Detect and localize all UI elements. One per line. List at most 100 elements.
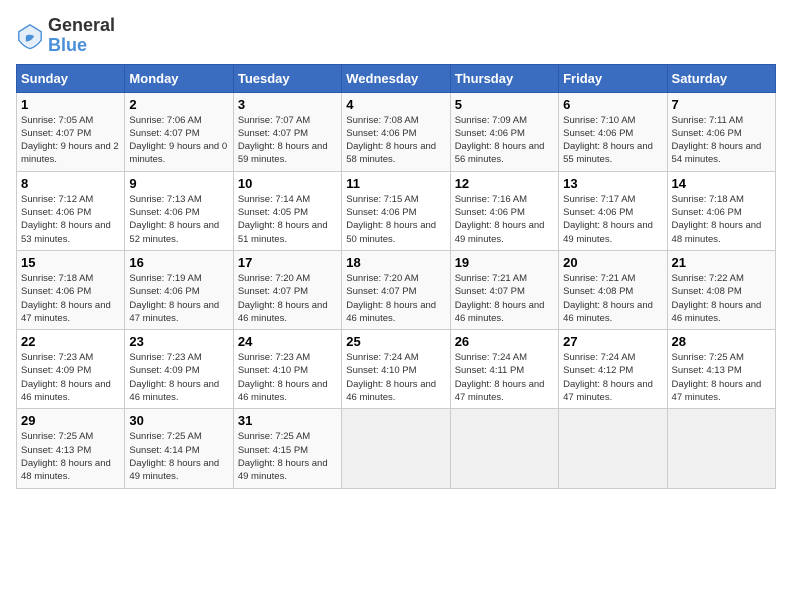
- day-info: Sunrise: 7:23 AM Sunset: 4:10 PM Dayligh…: [238, 351, 337, 404]
- calendar-cell: 1 Sunrise: 7:05 AM Sunset: 4:07 PM Dayli…: [17, 92, 125, 171]
- calendar-cell: 27 Sunrise: 7:24 AM Sunset: 4:12 PM Dayl…: [559, 330, 667, 409]
- logo-icon: [16, 22, 44, 50]
- weekday-header-tuesday: Tuesday: [233, 64, 341, 92]
- calendar-cell: 28 Sunrise: 7:25 AM Sunset: 4:13 PM Dayl…: [667, 330, 775, 409]
- day-number: 20: [563, 255, 662, 270]
- calendar-cell: 19 Sunrise: 7:21 AM Sunset: 4:07 PM Dayl…: [450, 250, 558, 329]
- page-header: General Blue: [16, 16, 776, 56]
- day-info: Sunrise: 7:23 AM Sunset: 4:09 PM Dayligh…: [129, 351, 228, 404]
- weekday-header-thursday: Thursday: [450, 64, 558, 92]
- week-row-3: 15 Sunrise: 7:18 AM Sunset: 4:06 PM Dayl…: [17, 250, 776, 329]
- day-info: Sunrise: 7:23 AM Sunset: 4:09 PM Dayligh…: [21, 351, 120, 404]
- day-info: Sunrise: 7:13 AM Sunset: 4:06 PM Dayligh…: [129, 193, 228, 246]
- calendar-cell: 25 Sunrise: 7:24 AM Sunset: 4:10 PM Dayl…: [342, 330, 450, 409]
- calendar-cell: 12 Sunrise: 7:16 AM Sunset: 4:06 PM Dayl…: [450, 171, 558, 250]
- calendar-cell: 6 Sunrise: 7:10 AM Sunset: 4:06 PM Dayli…: [559, 92, 667, 171]
- day-info: Sunrise: 7:24 AM Sunset: 4:12 PM Dayligh…: [563, 351, 662, 404]
- weekday-header-monday: Monday: [125, 64, 233, 92]
- day-number: 3: [238, 97, 337, 112]
- weekday-header-wednesday: Wednesday: [342, 64, 450, 92]
- logo-text: General Blue: [48, 16, 115, 56]
- weekday-header-friday: Friday: [559, 64, 667, 92]
- day-number: 9: [129, 176, 228, 191]
- day-info: Sunrise: 7:16 AM Sunset: 4:06 PM Dayligh…: [455, 193, 554, 246]
- calendar-cell: 4 Sunrise: 7:08 AM Sunset: 4:06 PM Dayli…: [342, 92, 450, 171]
- week-row-4: 22 Sunrise: 7:23 AM Sunset: 4:09 PM Dayl…: [17, 330, 776, 409]
- day-number: 18: [346, 255, 445, 270]
- day-info: Sunrise: 7:25 AM Sunset: 4:15 PM Dayligh…: [238, 430, 337, 483]
- calendar-cell: 15 Sunrise: 7:18 AM Sunset: 4:06 PM Dayl…: [17, 250, 125, 329]
- calendar-cell: 30 Sunrise: 7:25 AM Sunset: 4:14 PM Dayl…: [125, 409, 233, 488]
- day-number: 14: [672, 176, 771, 191]
- day-number: 13: [563, 176, 662, 191]
- day-info: Sunrise: 7:15 AM Sunset: 4:06 PM Dayligh…: [346, 193, 445, 246]
- day-info: Sunrise: 7:25 AM Sunset: 4:13 PM Dayligh…: [21, 430, 120, 483]
- day-number: 27: [563, 334, 662, 349]
- calendar-cell: 10 Sunrise: 7:14 AM Sunset: 4:05 PM Dayl…: [233, 171, 341, 250]
- calendar-cell: 29 Sunrise: 7:25 AM Sunset: 4:13 PM Dayl…: [17, 409, 125, 488]
- day-number: 1: [21, 97, 120, 112]
- calendar-cell: [559, 409, 667, 488]
- calendar-cell: 22 Sunrise: 7:23 AM Sunset: 4:09 PM Dayl…: [17, 330, 125, 409]
- calendar-cell: [342, 409, 450, 488]
- day-number: 6: [563, 97, 662, 112]
- day-number: 28: [672, 334, 771, 349]
- day-info: Sunrise: 7:11 AM Sunset: 4:06 PM Dayligh…: [672, 114, 771, 167]
- day-info: Sunrise: 7:21 AM Sunset: 4:08 PM Dayligh…: [563, 272, 662, 325]
- day-info: Sunrise: 7:20 AM Sunset: 4:07 PM Dayligh…: [238, 272, 337, 325]
- day-number: 29: [21, 413, 120, 428]
- day-number: 10: [238, 176, 337, 191]
- day-number: 31: [238, 413, 337, 428]
- day-number: 15: [21, 255, 120, 270]
- logo: General Blue: [16, 16, 115, 56]
- calendar-cell: 7 Sunrise: 7:11 AM Sunset: 4:06 PM Dayli…: [667, 92, 775, 171]
- day-info: Sunrise: 7:08 AM Sunset: 4:06 PM Dayligh…: [346, 114, 445, 167]
- day-info: Sunrise: 7:19 AM Sunset: 4:06 PM Dayligh…: [129, 272, 228, 325]
- day-number: 26: [455, 334, 554, 349]
- day-info: Sunrise: 7:17 AM Sunset: 4:06 PM Dayligh…: [563, 193, 662, 246]
- calendar-cell: 16 Sunrise: 7:19 AM Sunset: 4:06 PM Dayl…: [125, 250, 233, 329]
- calendar-cell: 11 Sunrise: 7:15 AM Sunset: 4:06 PM Dayl…: [342, 171, 450, 250]
- day-number: 19: [455, 255, 554, 270]
- calendar-cell: 17 Sunrise: 7:20 AM Sunset: 4:07 PM Dayl…: [233, 250, 341, 329]
- day-number: 22: [21, 334, 120, 349]
- day-info: Sunrise: 7:05 AM Sunset: 4:07 PM Dayligh…: [21, 114, 120, 167]
- day-number: 24: [238, 334, 337, 349]
- day-number: 21: [672, 255, 771, 270]
- day-number: 23: [129, 334, 228, 349]
- day-info: Sunrise: 7:25 AM Sunset: 4:14 PM Dayligh…: [129, 430, 228, 483]
- calendar-cell: [667, 409, 775, 488]
- weekday-header-row: SundayMondayTuesdayWednesdayThursdayFrid…: [17, 64, 776, 92]
- calendar-cell: 8 Sunrise: 7:12 AM Sunset: 4:06 PM Dayli…: [17, 171, 125, 250]
- calendar-cell: 21 Sunrise: 7:22 AM Sunset: 4:08 PM Dayl…: [667, 250, 775, 329]
- calendar-cell: [450, 409, 558, 488]
- day-info: Sunrise: 7:12 AM Sunset: 4:06 PM Dayligh…: [21, 193, 120, 246]
- day-info: Sunrise: 7:07 AM Sunset: 4:07 PM Dayligh…: [238, 114, 337, 167]
- weekday-header-saturday: Saturday: [667, 64, 775, 92]
- day-number: 17: [238, 255, 337, 270]
- day-number: 12: [455, 176, 554, 191]
- calendar-cell: 31 Sunrise: 7:25 AM Sunset: 4:15 PM Dayl…: [233, 409, 341, 488]
- week-row-1: 1 Sunrise: 7:05 AM Sunset: 4:07 PM Dayli…: [17, 92, 776, 171]
- calendar-table: SundayMondayTuesdayWednesdayThursdayFrid…: [16, 64, 776, 489]
- day-number: 8: [21, 176, 120, 191]
- day-number: 30: [129, 413, 228, 428]
- day-number: 2: [129, 97, 228, 112]
- calendar-cell: 24 Sunrise: 7:23 AM Sunset: 4:10 PM Dayl…: [233, 330, 341, 409]
- day-info: Sunrise: 7:06 AM Sunset: 4:07 PM Dayligh…: [129, 114, 228, 167]
- calendar-cell: 3 Sunrise: 7:07 AM Sunset: 4:07 PM Dayli…: [233, 92, 341, 171]
- day-number: 4: [346, 97, 445, 112]
- day-info: Sunrise: 7:22 AM Sunset: 4:08 PM Dayligh…: [672, 272, 771, 325]
- week-row-5: 29 Sunrise: 7:25 AM Sunset: 4:13 PM Dayl…: [17, 409, 776, 488]
- day-info: Sunrise: 7:20 AM Sunset: 4:07 PM Dayligh…: [346, 272, 445, 325]
- day-info: Sunrise: 7:21 AM Sunset: 4:07 PM Dayligh…: [455, 272, 554, 325]
- day-number: 16: [129, 255, 228, 270]
- day-number: 25: [346, 334, 445, 349]
- day-info: Sunrise: 7:09 AM Sunset: 4:06 PM Dayligh…: [455, 114, 554, 167]
- day-info: Sunrise: 7:10 AM Sunset: 4:06 PM Dayligh…: [563, 114, 662, 167]
- calendar-cell: 23 Sunrise: 7:23 AM Sunset: 4:09 PM Dayl…: [125, 330, 233, 409]
- calendar-cell: 18 Sunrise: 7:20 AM Sunset: 4:07 PM Dayl…: [342, 250, 450, 329]
- calendar-cell: 9 Sunrise: 7:13 AM Sunset: 4:06 PM Dayli…: [125, 171, 233, 250]
- calendar-cell: 20 Sunrise: 7:21 AM Sunset: 4:08 PM Dayl…: [559, 250, 667, 329]
- calendar-cell: 13 Sunrise: 7:17 AM Sunset: 4:06 PM Dayl…: [559, 171, 667, 250]
